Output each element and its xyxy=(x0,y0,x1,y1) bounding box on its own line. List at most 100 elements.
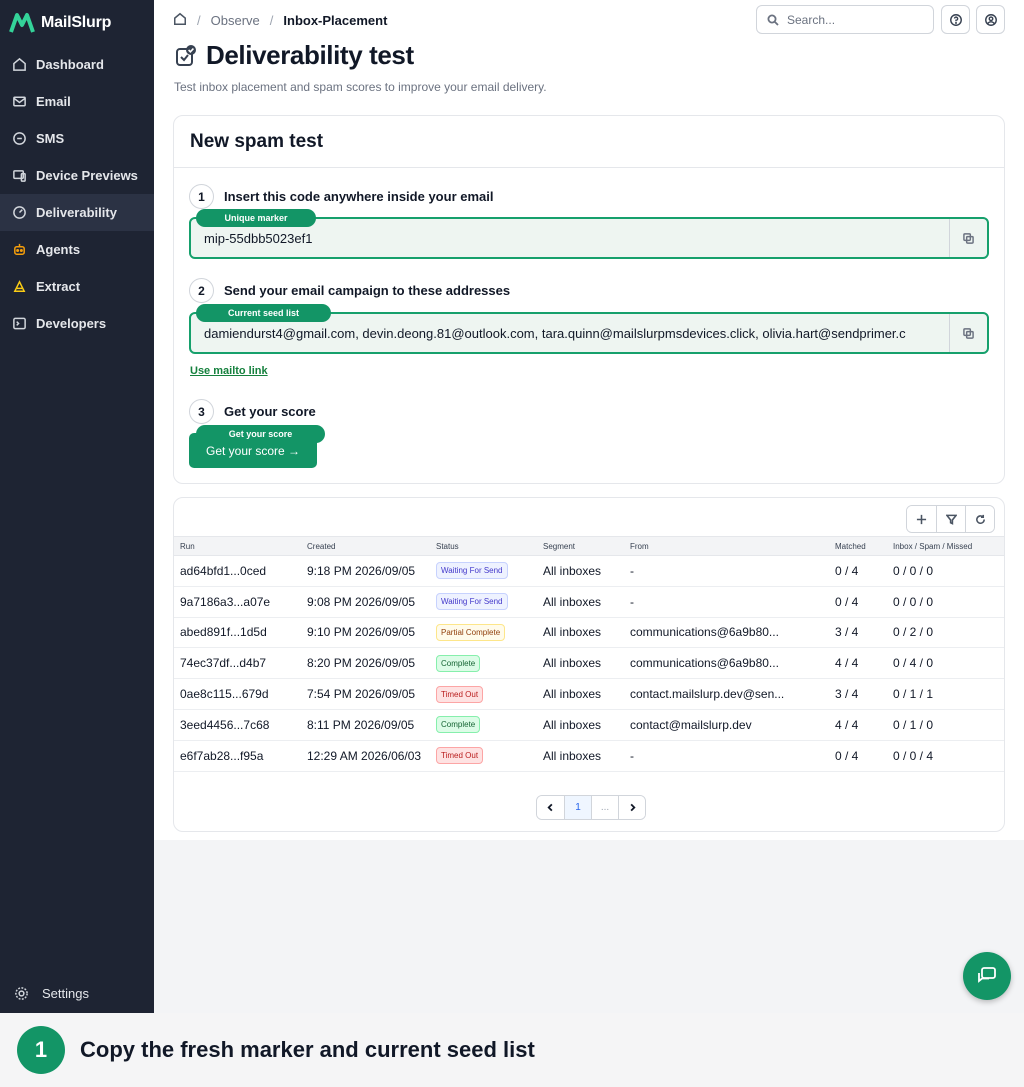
refresh-button[interactable] xyxy=(965,506,994,532)
run-cell: ad64bfd1...0ced xyxy=(180,563,267,578)
status-badge: Timed Out xyxy=(436,747,484,765)
table-row[interactable]: abed891f...1d5d 9:10 PM 2026/09/05 Partial… xyxy=(174,618,1004,649)
card-header: New spam test xyxy=(174,116,1004,168)
matched-cell: 3 / 4 xyxy=(835,625,859,640)
sidebar-item-settings[interactable]: Settings xyxy=(0,983,154,1003)
sidebar-item-deliverability[interactable]: Deliverability xyxy=(0,194,154,231)
column-header[interactable]: Status xyxy=(429,542,536,551)
sidebar-item-email[interactable]: Email xyxy=(0,83,154,120)
next-page-button[interactable] xyxy=(618,796,645,819)
created-cell: 9:10 PM 2026/09/05 xyxy=(307,625,416,640)
matched-cell: 4 / 4 xyxy=(835,717,859,732)
inbox-spam-missed-cell: 0 / 0 / 4 xyxy=(893,748,934,763)
created-cell: 9:08 PM 2026/09/05 xyxy=(307,594,416,609)
table-row[interactable]: 74ec37df...d4b7 8:20 PM 2026/09/05 Complet… xyxy=(174,648,1004,680)
gear-icon xyxy=(13,985,29,1001)
sidebar-item-sms[interactable]: SMS xyxy=(0,120,154,157)
run-cell: abed891f...1d5d xyxy=(180,625,267,640)
copy-seed-list-button[interactable] xyxy=(949,314,987,352)
column-header[interactable]: Matched xyxy=(828,542,884,551)
run-cell: 9a7186a3...a07e xyxy=(180,594,271,609)
sidebar-item-label: Deliverability xyxy=(36,205,117,220)
copy-icon xyxy=(963,232,974,244)
sidebar-item-label: SMS xyxy=(36,131,65,146)
caption-step-number: 1 xyxy=(17,1026,65,1074)
sidebar-item-label: Email xyxy=(36,94,71,109)
table-row[interactable]: 3eed4456...7c68 8:11 PM 2026/09/05 Complet… xyxy=(174,710,1004,741)
run-cell: 3eed4456...7c68 xyxy=(180,717,270,732)
sidebar-item-label: Dashboard xyxy=(36,57,104,72)
status-badge: Waiting For Send xyxy=(436,562,508,580)
breadcrumb-current: Inbox-Placement xyxy=(283,13,388,28)
search-input[interactable]: Search... xyxy=(756,5,934,34)
column-header[interactable]: From xyxy=(623,542,828,551)
mailto-link[interactable]: Use mailto link xyxy=(190,365,268,377)
table-row[interactable]: e6f7ab28...f95a 12:29 AM 2026/06/03 Timed … xyxy=(174,741,1004,772)
step-number: 1 xyxy=(189,184,214,209)
table-body: ad64bfd1...0ced 9:18 PM 2026/09/05 Waiting… xyxy=(174,556,1004,772)
card-title: New spam test xyxy=(190,130,324,152)
robot-icon xyxy=(11,242,27,258)
extract-icon xyxy=(11,279,27,295)
table-header: Run Created Status Segment From Matched … xyxy=(174,536,1004,556)
status-badge: Complete xyxy=(436,654,481,672)
prev-page-button[interactable] xyxy=(537,796,564,819)
settings-label: Settings xyxy=(42,985,89,1001)
inbox-spam-missed-cell: 0 / 1 / 1 xyxy=(893,687,934,702)
sidebar-item-dashboard[interactable]: Dashboard xyxy=(0,46,154,83)
sidebar-item-developers[interactable]: Developers xyxy=(0,305,154,342)
breadcrumb-observe[interactable]: Observe xyxy=(211,13,260,28)
from-cell: - xyxy=(630,748,634,763)
sidebar-item-agents[interactable]: Agents xyxy=(0,231,154,268)
step-caption: 1 Copy the fresh marker and current seed… xyxy=(0,1013,1024,1087)
column-header[interactable]: Run xyxy=(174,542,300,551)
inbox-spam-missed-cell: 0 / 4 / 0 xyxy=(893,656,934,671)
column-header[interactable]: Created xyxy=(300,542,429,551)
page-button[interactable]: 1 xyxy=(564,796,591,819)
chat-button[interactable] xyxy=(963,952,1011,1000)
column-header[interactable]: Inbox / Spam / Missed xyxy=(884,542,994,551)
breadcrumb-separator: / xyxy=(197,13,201,28)
from-cell: communications@6a9b80... xyxy=(630,625,779,640)
status-cell: Timed Out xyxy=(429,747,536,765)
copy-icon xyxy=(963,327,974,339)
step-1: 1 Insert this code anywhere inside your … xyxy=(189,184,493,209)
sidebar-item-label: Agents xyxy=(36,242,81,257)
gauge-icon xyxy=(11,205,27,221)
status-cell: Timed Out xyxy=(429,685,536,703)
column-header[interactable]: Segment xyxy=(536,542,623,551)
unique-marker-value: mip-55dbb5023ef1 xyxy=(204,230,313,246)
account-button[interactable] xyxy=(976,5,1005,34)
brand[interactable]: MailSlurp xyxy=(0,0,154,46)
filter-button[interactable] xyxy=(936,506,965,532)
copy-marker-button[interactable] xyxy=(949,219,987,257)
segment-cell: All inboxes xyxy=(543,687,602,702)
new-spam-test-card: New spam test 1 Insert this code anywher… xyxy=(173,115,1005,484)
table-row[interactable]: 0ae8c115...679d 7:54 PM 2026/09/05 Timed O… xyxy=(174,679,1004,710)
breadcrumb-separator: / xyxy=(269,13,274,28)
sidebar-nav: Dashboard Email SMS Device Previews Deli… xyxy=(0,46,154,342)
help-button[interactable] xyxy=(941,5,970,34)
checklist-icon xyxy=(176,44,196,66)
matched-cell: 0 / 4 xyxy=(835,594,859,609)
sidebar-item-extract[interactable]: Extract xyxy=(0,268,154,305)
table-row[interactable]: 9a7186a3...a07e 9:08 PM 2026/09/05 Waiting… xyxy=(174,587,1004,618)
inbox-spam-missed-cell: 0 / 1 / 0 xyxy=(893,717,934,732)
sidebar-item-device-previews[interactable]: Device Previews xyxy=(0,157,154,194)
add-button[interactable] xyxy=(907,506,936,532)
segment-cell: All inboxes xyxy=(543,656,602,671)
segment-cell: All inboxes xyxy=(543,717,602,732)
run-cell: 74ec37df...d4b7 xyxy=(180,656,267,671)
table-row[interactable]: ad64bfd1...0ced 9:18 PM 2026/09/05 Waiting… xyxy=(174,556,1004,587)
chevron-left-icon xyxy=(547,803,553,812)
home-icon[interactable] xyxy=(173,12,187,29)
step-2: 2 Send your email campaign to these addr… xyxy=(189,278,510,303)
home-icon xyxy=(11,57,27,73)
get-score-pill: Get your score xyxy=(196,425,325,443)
status-badge: Partial Complete xyxy=(436,623,506,641)
chat-icon xyxy=(978,967,996,983)
matched-cell: 3 / 4 xyxy=(835,687,859,702)
created-cell: 8:11 PM 2026/09/05 xyxy=(307,717,415,732)
pagination: 1 ... xyxy=(536,795,646,820)
search-placeholder: Search... xyxy=(787,12,836,27)
